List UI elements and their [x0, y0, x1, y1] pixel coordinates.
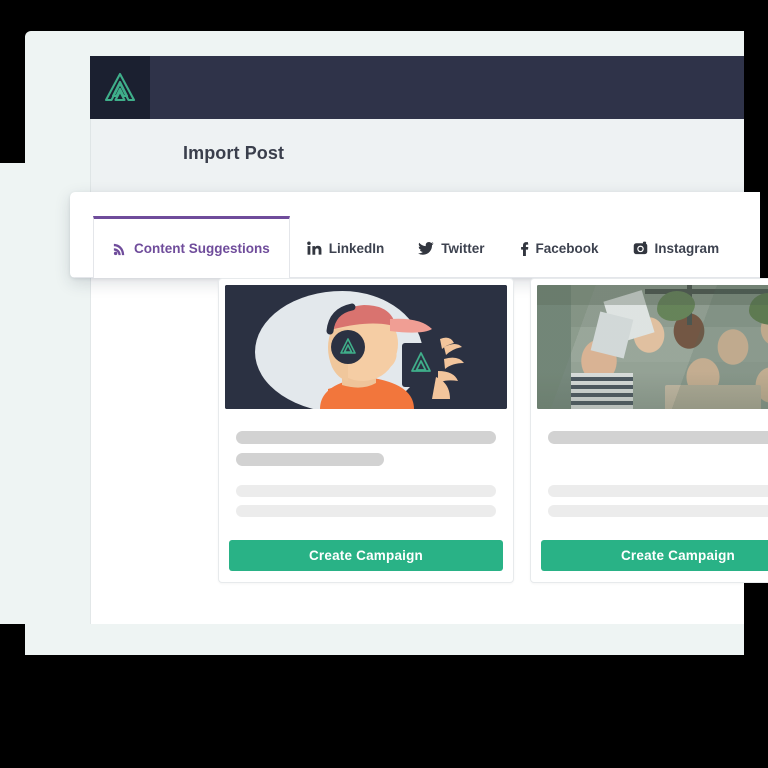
tab-instagram[interactable]: Instagram [616, 220, 737, 277]
linkedin-icon [306, 241, 322, 256]
suggestion-card[interactable]: Create Campaign [218, 278, 514, 583]
skeleton-line [548, 431, 768, 444]
tab-label: Facebook [535, 240, 599, 256]
tab-label: LinkedIn [328, 240, 385, 256]
tab-strip: Content Suggestions LinkedIn Twitter Fac… [70, 208, 760, 278]
twitter-icon [418, 241, 434, 256]
tab-label: Content Suggestions [134, 240, 270, 256]
skeleton-line [548, 485, 768, 497]
skeleton-line [236, 505, 496, 517]
skeleton-line [236, 453, 385, 466]
suggestion-card-grid: Create Campaign Create Campaign [218, 278, 768, 583]
tab-label: Twitter [441, 240, 485, 256]
skeleton-line [236, 431, 496, 444]
top-navbar [90, 56, 744, 119]
create-campaign-button[interactable]: Create Campaign [229, 540, 503, 571]
card-skeleton-text [225, 409, 507, 523]
tab-panel: Content Suggestions LinkedIn Twitter Fac… [70, 192, 760, 278]
anvil-triangle-logo-icon [102, 70, 138, 106]
skeleton-line [548, 505, 768, 517]
suggestion-card[interactable]: Create Campaign [530, 278, 768, 583]
page-title-band: Import Post [90, 119, 744, 194]
tab-twitter[interactable]: Twitter [401, 220, 501, 277]
create-campaign-button[interactable]: Create Campaign [541, 540, 768, 571]
tab-content-suggestions[interactable]: Content Suggestions [93, 216, 290, 278]
instagram-icon [633, 241, 648, 256]
facebook-icon [519, 241, 529, 257]
tab-linkedin[interactable]: LinkedIn [290, 220, 402, 277]
brand-logo-tile[interactable] [90, 56, 150, 119]
rss-icon [113, 242, 127, 256]
page-title: Import Post [183, 143, 285, 163]
card-photo [537, 285, 768, 409]
card-skeleton-text [537, 409, 768, 523]
tab-facebook[interactable]: Facebook [502, 220, 616, 277]
card-illustration [225, 285, 507, 409]
skeleton-line [236, 485, 496, 497]
tab-label: Instagram [654, 240, 720, 256]
